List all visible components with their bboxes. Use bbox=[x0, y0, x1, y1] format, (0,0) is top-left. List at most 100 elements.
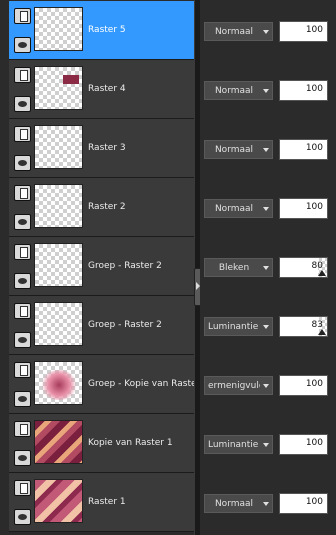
blend-mode-label: Luminantie (O) bbox=[208, 322, 260, 332]
blend-mode-dropdown[interactable]: Normaal bbox=[204, 199, 273, 218]
layer-row[interactable]: Raster 4 bbox=[9, 60, 194, 119]
blend-mode-label: Normaal bbox=[214, 27, 254, 37]
opacity-marker-icon bbox=[318, 329, 326, 335]
chevron-down-icon bbox=[263, 384, 269, 388]
chevron-down-icon bbox=[263, 89, 269, 93]
layer-thumbnail bbox=[34, 420, 83, 464]
blend-mode-dropdown[interactable]: Luminantie (O) bbox=[204, 435, 273, 454]
layer-properties-row: Normaal 100 bbox=[200, 178, 336, 237]
blend-mode-label: Luminantie (O) bbox=[208, 440, 260, 450]
eye-icon[interactable] bbox=[14, 214, 31, 230]
layer-row[interactable]: Raster 3 bbox=[9, 119, 194, 178]
layer-properties-row: Normaal 100 bbox=[200, 1, 336, 60]
layer-row[interactable]: Groep - Raster 2 bbox=[9, 237, 194, 296]
chevron-down-icon bbox=[263, 502, 269, 506]
eye-icon[interactable] bbox=[14, 37, 31, 53]
layer-name: Raster 3 bbox=[88, 143, 126, 153]
layer-thumbnail bbox=[34, 7, 83, 51]
opacity-value: 100 bbox=[305, 25, 323, 35]
opacity-value: 100 bbox=[305, 202, 323, 212]
layer-properties-row: Normaal 100 bbox=[200, 119, 336, 178]
layer-name: Kopie van Raster 1 bbox=[88, 438, 173, 448]
opacity-value: 100 bbox=[305, 438, 323, 448]
eye-icon[interactable] bbox=[14, 155, 31, 171]
opacity-slider[interactable]: 100 bbox=[279, 375, 328, 396]
blend-mode-label: Normaal bbox=[214, 86, 254, 96]
layer-list: Raster 5 Raster 4 Raster 3 Raster 2 Groep - … bbox=[9, 0, 209, 535]
blend-mode-dropdown[interactable]: Luminantie (O) bbox=[204, 317, 273, 336]
layer-row[interactable]: Raster 2 bbox=[9, 178, 194, 237]
chevron-down-icon bbox=[263, 443, 269, 447]
chevron-down-icon bbox=[263, 148, 269, 152]
layer-thumbnail bbox=[34, 361, 83, 405]
layer-visibility-icon[interactable] bbox=[14, 126, 31, 142]
layer-thumbnail bbox=[34, 243, 83, 287]
layer-visibility-icon[interactable] bbox=[14, 421, 31, 437]
layer-properties-row: Normaal 100 bbox=[200, 60, 336, 119]
layer-row[interactable]: Groep - Kopie van Raster 1 bbox=[9, 355, 209, 414]
blend-mode-dropdown[interactable]: Normaal bbox=[204, 81, 273, 100]
layer-row[interactable]: Raster 5 bbox=[9, 1, 194, 60]
blend-mode-label: Normaal bbox=[214, 499, 254, 509]
layer-thumbnail bbox=[34, 66, 83, 110]
layer-name: Raster 2 bbox=[88, 202, 126, 212]
layer-thumbnail bbox=[34, 184, 83, 228]
layer-name: Raster 1 bbox=[88, 497, 126, 507]
layer-visibility-icon[interactable] bbox=[14, 67, 31, 83]
layers-panel: Raster 5 Raster 4 Raster 3 Raster 2 Groep - … bbox=[0, 0, 336, 535]
eye-icon[interactable] bbox=[14, 450, 31, 466]
blend-mode-label: Normaal bbox=[214, 145, 254, 155]
opacity-value: 100 bbox=[305, 497, 323, 507]
layer-row[interactable]: Kopie van Raster 1 bbox=[9, 414, 194, 473]
layer-name: Groep - Raster 2 bbox=[88, 320, 162, 330]
eye-icon[interactable] bbox=[14, 332, 31, 348]
blend-mode-label: Normaal bbox=[214, 204, 254, 214]
layer-properties-row: ermenigvuldige 100 bbox=[200, 355, 336, 414]
opacity-slider[interactable]: 100 bbox=[279, 139, 328, 160]
layer-thumbnail bbox=[34, 125, 83, 169]
layer-properties-row: Normaal 100 bbox=[200, 473, 336, 532]
opacity-value: 100 bbox=[305, 84, 323, 94]
opacity-value: 100 bbox=[305, 143, 323, 153]
eye-icon[interactable] bbox=[14, 273, 31, 289]
blend-mode-dropdown[interactable]: ermenigvuldige bbox=[204, 376, 273, 395]
layer-visibility-icon[interactable] bbox=[14, 362, 31, 378]
eye-icon[interactable] bbox=[14, 391, 31, 407]
blend-mode-label: ermenigvuldige bbox=[208, 381, 260, 391]
blend-mode-dropdown[interactable]: Normaal bbox=[204, 140, 273, 159]
opacity-slider[interactable]: 80 bbox=[279, 257, 328, 278]
layer-thumbnail bbox=[34, 479, 83, 523]
chevron-down-icon bbox=[263, 207, 269, 211]
eye-icon[interactable] bbox=[14, 96, 31, 112]
opacity-value: 100 bbox=[305, 379, 323, 389]
opacity-slider[interactable]: 100 bbox=[279, 21, 328, 42]
blend-mode-dropdown[interactable]: Normaal bbox=[204, 494, 273, 513]
layer-row[interactable]: Groep - Raster 2 bbox=[9, 296, 194, 355]
chevron-down-icon bbox=[263, 325, 269, 329]
layer-visibility-icon[interactable] bbox=[14, 303, 31, 319]
chevron-down-icon bbox=[263, 30, 269, 34]
layer-properties-row: Luminantie (O) 100 bbox=[200, 414, 336, 473]
opacity-slider[interactable]: 100 bbox=[279, 80, 328, 101]
layer-row[interactable]: Raster 1 bbox=[9, 473, 194, 532]
layer-name: Raster 5 bbox=[88, 25, 126, 35]
opacity-slider[interactable]: 100 bbox=[279, 434, 328, 455]
blend-mode-label: Bleken bbox=[218, 263, 250, 273]
opacity-slider[interactable]: 100 bbox=[279, 198, 328, 219]
opacity-slider[interactable]: 100 bbox=[279, 493, 328, 514]
blend-mode-dropdown[interactable]: Normaal bbox=[204, 22, 273, 41]
layer-thumbnail bbox=[34, 302, 83, 346]
blend-mode-dropdown[interactable]: Bleken bbox=[204, 258, 273, 277]
layer-visibility-icon[interactable] bbox=[14, 8, 31, 24]
layer-visibility-icon[interactable] bbox=[14, 185, 31, 201]
layer-name: Groep - Kopie van Raster 1 bbox=[88, 379, 209, 389]
layer-visibility-icon[interactable] bbox=[14, 480, 31, 496]
chevron-down-icon bbox=[263, 266, 269, 270]
layer-properties-row: Bleken 80 bbox=[200, 237, 336, 296]
opacity-slider[interactable]: 83 bbox=[279, 316, 328, 337]
layer-visibility-icon[interactable] bbox=[14, 244, 31, 260]
layer-name: Groep - Raster 2 bbox=[88, 261, 162, 271]
layer-properties-row: Luminantie (O) 83 bbox=[200, 296, 336, 355]
layer-name: Raster 4 bbox=[88, 84, 126, 94]
eye-icon[interactable] bbox=[14, 509, 31, 525]
